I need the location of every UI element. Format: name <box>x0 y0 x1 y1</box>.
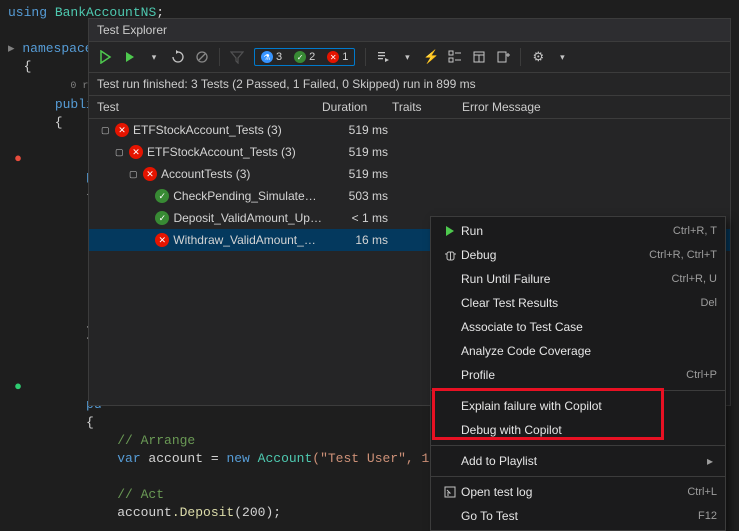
menu-label: Debug <box>461 248 649 262</box>
column-headers: Test Duration Traits Error Message <box>89 96 730 119</box>
menu-item[interactable]: Add to Playlist▸ <box>431 449 725 473</box>
lightning-icon: ⚡ <box>423 49 439 65</box>
menu-item[interactable]: Associate to Test Case <box>431 315 725 339</box>
menu-label: Go To Test <box>461 509 698 523</box>
menu-label: Run <box>461 224 673 238</box>
submenu-arrow-icon: ▸ <box>707 454 717 468</box>
menu-label: Profile <box>461 368 686 382</box>
menu-label: Add to Playlist <box>461 454 707 468</box>
menu-item[interactable]: ProfileCtrl+P <box>431 363 725 387</box>
context-menu: RunCtrl+R, TDebugCtrl+R, Ctrl+TRun Until… <box>430 216 726 531</box>
menu-shortcut: Ctrl+R, U <box>671 273 717 285</box>
test-name: Deposit_ValidAmount_Updates... <box>173 211 322 225</box>
panel-title: Test Explorer <box>89 19 730 42</box>
menu-label: Explain failure with Copilot <box>461 399 717 413</box>
fail-icon: ✕ <box>143 167 157 181</box>
lightning-button[interactable]: ⚡ <box>420 46 442 68</box>
repeat-run-button[interactable] <box>167 46 189 68</box>
add-column-button[interactable] <box>492 46 514 68</box>
menu-shortcut: Ctrl+P <box>686 369 717 381</box>
menu-item[interactable]: Debug with Copilot <box>431 418 725 442</box>
check-icon: ✓ <box>294 51 306 63</box>
settings-button[interactable]: ⚙ <box>527 46 549 68</box>
columns-button[interactable] <box>468 46 490 68</box>
menu-shortcut: F12 <box>698 510 717 522</box>
menu-item[interactable]: Analyze Code Coverage <box>431 339 725 363</box>
pill-fail[interactable]: ✕1 <box>321 49 354 65</box>
menu-label: Debug with Copilot <box>461 423 717 437</box>
playlist-dropdown[interactable]: ▾ <box>396 46 418 68</box>
debug-icon <box>439 249 461 262</box>
flask-icon: ⚗ <box>261 51 273 63</box>
cross-icon: ✕ <box>327 51 339 63</box>
menu-label: Associate to Test Case <box>461 320 717 334</box>
pill-total[interactable]: ⚗3 <box>255 49 288 65</box>
run-button[interactable] <box>119 46 141 68</box>
menu-label: Open test log <box>461 485 687 499</box>
header-error[interactable]: Error Message <box>462 100 722 114</box>
status-line: Test run finished: 3 Tests (2 Passed, 1 … <box>89 73 730 96</box>
pill-pass[interactable]: ✓2 <box>288 49 321 65</box>
test-name: CheckPending_SimulatesCalcul... <box>173 189 322 203</box>
menu-label: Analyze Code Coverage <box>461 344 717 358</box>
playlist-button[interactable] <box>372 46 394 68</box>
menu-shortcut: Ctrl+R, T <box>673 225 717 237</box>
fail-icon: ✕ <box>155 233 169 247</box>
toolbar: ▾ ⚗3 ✓2 ✕1 ▾ ⚡ ⚙ ▾ <box>89 42 730 73</box>
pass-icon: ✓ <box>155 211 169 225</box>
test-duration: 519 ms <box>326 167 396 181</box>
menu-item[interactable]: Go To TestF12 <box>431 504 725 528</box>
fail-icon: ✕ <box>129 145 143 159</box>
test-duration: 503 ms <box>326 189 396 203</box>
test-duration: 16 ms <box>326 233 396 247</box>
test-row[interactable]: ▢ ✕ ETFStockAccount_Tests (3) 519 ms <box>89 119 730 141</box>
menu-shortcut: Ctrl+L <box>687 486 717 498</box>
menu-separator <box>431 476 725 477</box>
expand-arrow-icon[interactable]: ▢ <box>115 147 125 158</box>
test-name: ETFStockAccount_Tests (3) <box>133 123 282 137</box>
menu-item[interactable]: Run Until FailureCtrl+R, U <box>431 267 725 291</box>
menu-separator <box>431 445 725 446</box>
test-duration: < 1 ms <box>326 211 396 225</box>
log-icon <box>439 486 461 498</box>
play-icon <box>439 225 461 237</box>
test-name: Withdraw_ValidAmount_Update... <box>173 233 322 247</box>
run-all-button[interactable] <box>95 46 117 68</box>
menu-item[interactable]: Clear Test ResultsDel <box>431 291 725 315</box>
test-name: AccountTests (3) <box>161 167 250 181</box>
menu-shortcut: Del <box>700 297 717 309</box>
menu-item[interactable]: Explain failure with Copilot <box>431 394 725 418</box>
menu-item[interactable]: RunCtrl+R, T <box>431 219 725 243</box>
expand-arrow-icon[interactable]: ▢ <box>129 169 139 180</box>
menu-separator <box>431 390 725 391</box>
test-row[interactable]: ▢ ✕ AccountTests (3) 519 ms <box>89 163 730 185</box>
menu-label: Clear Test Results <box>461 296 700 310</box>
result-summary: ⚗3 ✓2 ✕1 <box>254 48 355 66</box>
gear-icon: ⚙ <box>533 49 545 65</box>
menu-label: Run Until Failure <box>461 272 671 286</box>
menu-shortcut: Ctrl+R, Ctrl+T <box>649 249 717 261</box>
test-name: ETFStockAccount_Tests (3) <box>147 145 296 159</box>
header-traits[interactable]: Traits <box>392 100 462 114</box>
cancel-run-button[interactable] <box>191 46 213 68</box>
group-by-button[interactable] <box>444 46 466 68</box>
settings-dropdown[interactable]: ▾ <box>551 46 573 68</box>
menu-item[interactable]: Open test logCtrl+L <box>431 480 725 504</box>
menu-item[interactable]: DebugCtrl+R, Ctrl+T <box>431 243 725 267</box>
test-row[interactable]: ▢ ✕ ETFStockAccount_Tests (3) 519 ms <box>89 141 730 163</box>
fail-icon: ✕ <box>115 123 129 137</box>
run-dropdown[interactable]: ▾ <box>143 46 165 68</box>
test-duration: 519 ms <box>326 145 396 159</box>
filter-button[interactable] <box>226 46 248 68</box>
header-duration[interactable]: Duration <box>322 100 392 114</box>
expand-arrow-icon[interactable]: ▢ <box>101 125 111 136</box>
test-duration: 519 ms <box>326 123 396 137</box>
pass-icon: ✓ <box>155 189 169 203</box>
test-row[interactable]: ✓ CheckPending_SimulatesCalcul... 503 ms <box>89 185 730 207</box>
header-test[interactable]: Test <box>97 100 322 114</box>
